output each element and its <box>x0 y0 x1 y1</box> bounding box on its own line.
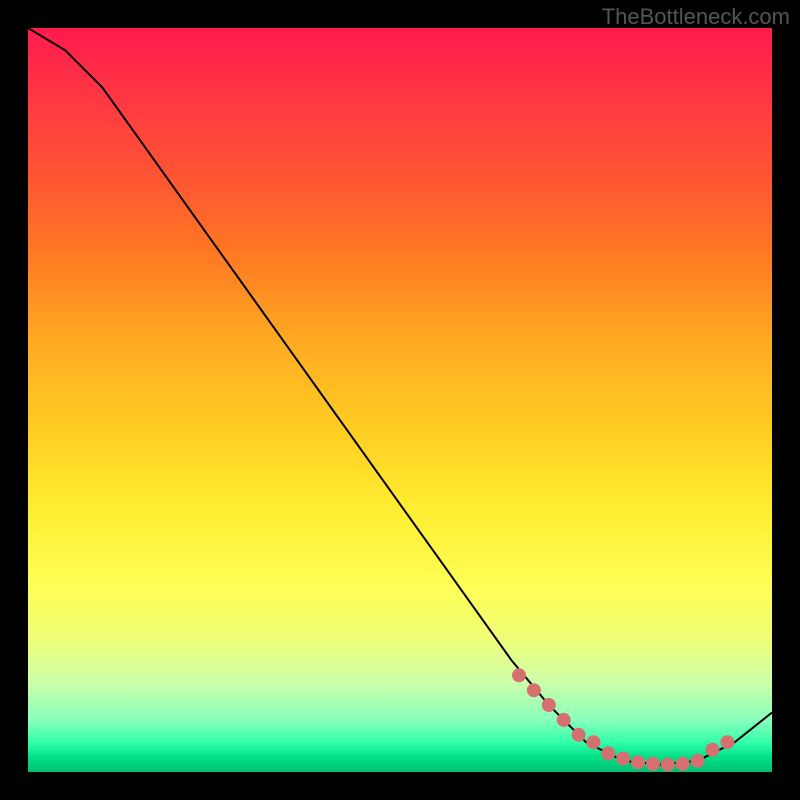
highlight-dot <box>557 713 571 727</box>
chart-svg <box>28 28 772 772</box>
highlight-dot <box>646 757 660 771</box>
highlight-dot <box>691 754 705 768</box>
highlight-dots-group <box>512 668 734 771</box>
highlight-dot <box>572 728 586 742</box>
highlight-dot <box>601 746 615 760</box>
highlight-dot <box>661 758 675 772</box>
watermark-text: TheBottleneck.com <box>602 4 790 30</box>
highlight-dot <box>512 668 526 682</box>
highlight-dot <box>720 735 734 749</box>
highlight-dot <box>527 683 541 697</box>
highlight-dot <box>676 757 690 771</box>
chart-plot-area <box>28 28 772 772</box>
highlight-dot <box>706 743 720 757</box>
highlight-dot <box>631 755 645 769</box>
highlight-dot <box>586 735 600 749</box>
highlight-dot <box>616 752 630 766</box>
curve-line <box>28 28 772 765</box>
highlight-dot <box>542 698 556 712</box>
